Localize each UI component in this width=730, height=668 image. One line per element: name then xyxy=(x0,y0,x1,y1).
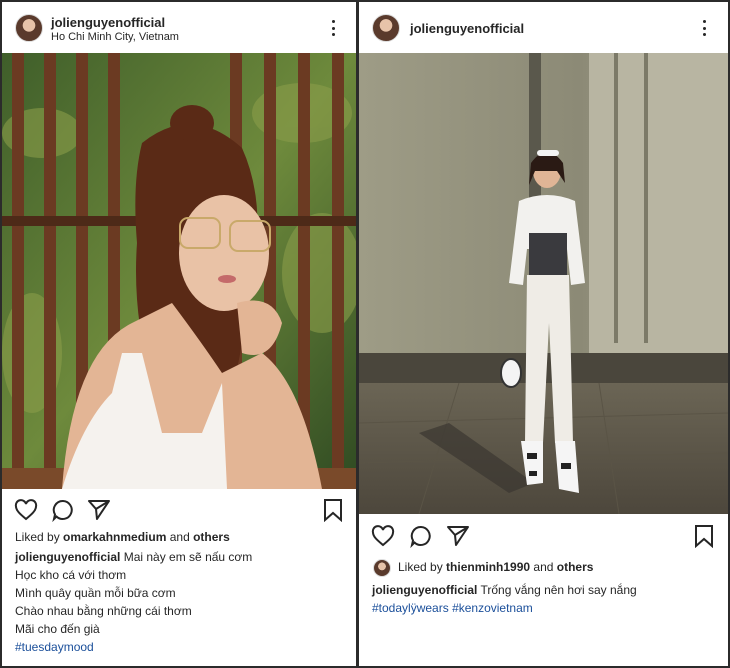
liked-others[interactable]: others xyxy=(557,560,594,574)
likes-line: Liked by omarkahnmedium and others xyxy=(15,530,230,544)
liked-others[interactable]: others xyxy=(193,530,230,544)
share-icon[interactable] xyxy=(446,524,470,548)
caption-line-2: Học kho cá với thơm xyxy=(15,568,127,582)
caption-line-5: Mãi cho đến già xyxy=(15,622,100,636)
post-photo[interactable] xyxy=(2,53,356,489)
heart-icon[interactable] xyxy=(14,498,38,522)
avatar[interactable] xyxy=(372,14,400,42)
caption-username[interactable]: jolienguyenofficial xyxy=(15,550,120,564)
username[interactable]: jolienguyenofficial xyxy=(51,15,165,30)
photo-portrait-glasses xyxy=(2,53,356,489)
username[interactable]: jolienguyenofficial xyxy=(410,21,524,36)
liked-by-user[interactable]: omarkahnmedium xyxy=(63,530,166,544)
hashtag[interactable]: #tuesdaymood xyxy=(15,640,94,654)
caption-username[interactable]: jolienguyenofficial xyxy=(372,583,477,597)
liked-by-user[interactable]: thienminh1990 xyxy=(446,560,530,574)
post-card-2: jolienguyenofficial Liked by thienminh19… xyxy=(359,2,728,666)
likes-and: and xyxy=(166,530,194,544)
caption-line-3: Mình quây quần mỗi bữa cơm xyxy=(15,586,176,600)
hashtag[interactable]: #kenzovietnam xyxy=(452,601,533,615)
caption-line-1: jolienguyenofficial Mai này em sẽ nấu cơ… xyxy=(15,550,252,564)
bookmark-icon[interactable] xyxy=(322,498,344,522)
avatar[interactable] xyxy=(15,14,43,42)
likes-prefix: Liked by xyxy=(15,530,64,544)
hashtags-line: #todaylÿwears #kenzovietnam xyxy=(372,601,533,615)
caption-line-4: Chào nhau bằng những cái thơm xyxy=(15,604,192,618)
caption-text: Trống vắng nên hơi say nắng xyxy=(480,583,637,597)
likes-line: Liked by thienminh1990 and others xyxy=(398,560,593,574)
caption-line-1: jolienguyenofficial Trống vắng nên hơi s… xyxy=(372,583,637,597)
heart-icon[interactable] xyxy=(371,524,395,548)
bookmark-icon[interactable] xyxy=(693,524,715,548)
location[interactable]: Ho Chi Minh City, Vietnam xyxy=(51,31,179,43)
likes-and: and xyxy=(530,560,557,574)
post-header: jolienguyenofficial xyxy=(359,2,728,52)
more-options-icon[interactable] xyxy=(701,20,707,36)
likes-prefix: Liked by xyxy=(398,560,447,574)
comment-icon[interactable] xyxy=(409,524,433,548)
more-options-icon[interactable] xyxy=(330,20,336,36)
liker-avatar[interactable] xyxy=(373,559,391,577)
photo-street-fashion xyxy=(359,53,728,514)
hashtag[interactable]: #todaylÿwears xyxy=(372,601,449,615)
comment-icon[interactable] xyxy=(51,498,75,522)
post-photo[interactable] xyxy=(359,53,728,514)
post-header: jolienguyenofficial Ho Chi Minh City, Vi… xyxy=(2,2,356,52)
caption-text: Mai này em sẽ nấu cơm xyxy=(123,550,253,564)
share-icon[interactable] xyxy=(87,498,111,522)
post-card-1: jolienguyenofficial Ho Chi Minh City, Vi… xyxy=(2,2,356,666)
